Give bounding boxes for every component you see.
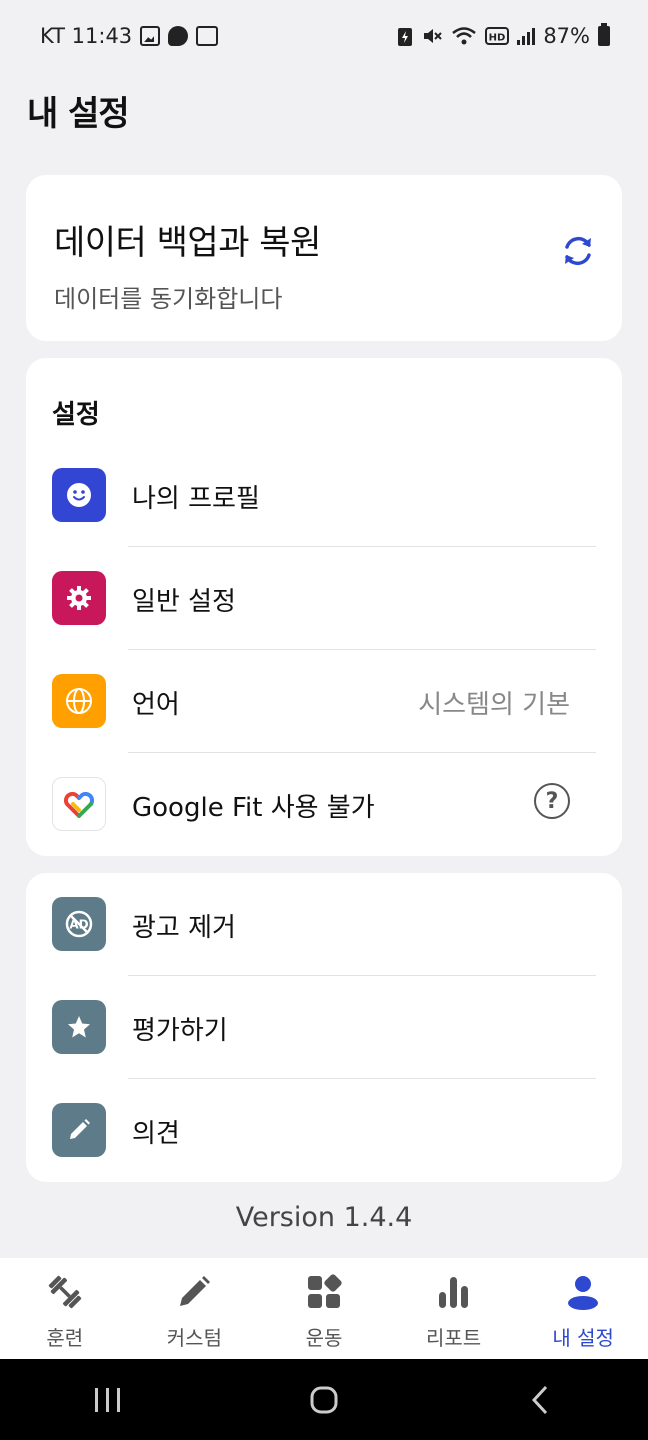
system-nav-bar xyxy=(0,1359,648,1440)
device-icon xyxy=(196,26,219,46)
nav-item-report[interactable]: 리포트 xyxy=(389,1258,519,1359)
backup-restore-card[interactable]: 데이터 백업과 복원 데이터를 동기화합니다 xyxy=(26,175,622,341)
bottom-nav: 훈련 커스텀 운동 리포트 내 설정 xyxy=(0,1258,648,1359)
wifi-icon xyxy=(452,27,477,45)
help-icon[interactable]: ? xyxy=(534,783,570,819)
backup-subtitle: 데이터를 동기화합니다 xyxy=(54,285,283,313)
mute-icon xyxy=(424,29,443,43)
person-icon xyxy=(563,1272,603,1312)
battery-icon xyxy=(598,23,610,46)
settings-item-label: 나의 프로필 xyxy=(132,484,260,514)
settings-item-label: 일반 설정 xyxy=(132,587,236,617)
settings-item-profile[interactable]: 나의 프로필 xyxy=(26,444,622,547)
nav-label: 내 설정 xyxy=(552,1326,614,1350)
sync-icon[interactable] xyxy=(558,231,598,271)
nav-label: 커스텀 xyxy=(166,1326,222,1350)
svg-text:HD: HD xyxy=(489,33,506,44)
recents-button[interactable] xyxy=(78,1375,138,1425)
pencil-icon xyxy=(174,1272,214,1312)
home-button[interactable] xyxy=(294,1375,354,1425)
settings-item-google-fit[interactable]: Google Fit 사용 불가 ? xyxy=(26,753,622,856)
settings-card: 설정 나의 프로필 일반 설정 언어 시스템의 기본 Google Fit 사용… xyxy=(26,358,622,856)
backup-title: 데이터 백업과 복원 xyxy=(54,223,321,263)
nav-label: 리포트 xyxy=(425,1326,482,1350)
item-rate[interactable]: 평가하기 xyxy=(26,976,622,1079)
section-title: 설정 xyxy=(52,400,100,430)
settings-item-language[interactable]: 언어 시스템의 기본 xyxy=(26,650,622,753)
nav-label: 운동 xyxy=(305,1326,343,1350)
hd-icon: HD xyxy=(485,27,510,45)
item-remove-ads[interactable]: AD 광고 제거 xyxy=(26,873,622,976)
item-feedback[interactable]: 의견 xyxy=(26,1079,622,1182)
battery-percent: 87% xyxy=(543,24,590,48)
battery-saver-icon xyxy=(398,28,413,46)
nav-label: 훈련 xyxy=(46,1326,84,1350)
smile-icon xyxy=(52,468,106,522)
nav-item-my-settings[interactable]: 내 설정 xyxy=(518,1258,648,1359)
globe-icon xyxy=(52,674,106,728)
status-bar: KT 11:43 HD 87% xyxy=(0,0,648,72)
settings-item-label: Google Fit 사용 불가 xyxy=(132,793,375,823)
item-label: 의견 xyxy=(132,1119,180,1149)
star-icon xyxy=(52,1000,106,1054)
pencil-icon xyxy=(52,1103,106,1157)
grid-icon xyxy=(304,1272,344,1312)
status-time: KT 11:43 xyxy=(40,24,133,48)
bar-chart-icon xyxy=(434,1272,474,1312)
version-text: Version 1.4.4 xyxy=(235,1202,413,1233)
dumbbell-icon xyxy=(45,1272,85,1312)
back-button[interactable] xyxy=(510,1375,570,1425)
no-ads-icon: AD xyxy=(52,897,106,951)
item-label: 광고 제거 xyxy=(132,913,236,943)
nav-item-training[interactable]: 훈련 xyxy=(0,1258,130,1359)
google-fit-icon xyxy=(52,777,106,831)
signal-icon xyxy=(517,27,536,45)
gallery-icon xyxy=(140,26,161,46)
gear-icon xyxy=(52,571,106,625)
language-value: 시스템의 기본 xyxy=(418,690,570,720)
chat-icon xyxy=(168,26,189,46)
nav-item-exercise[interactable]: 운동 xyxy=(259,1258,389,1359)
nav-item-custom[interactable]: 커스텀 xyxy=(130,1258,260,1359)
page-title: 내 설정 xyxy=(27,94,130,134)
settings-item-general[interactable]: 일반 설정 xyxy=(26,547,622,650)
extra-card: AD 광고 제거 평가하기 의견 xyxy=(26,873,622,1182)
item-label: 평가하기 xyxy=(132,1016,228,1046)
settings-item-label: 언어 xyxy=(132,690,180,720)
